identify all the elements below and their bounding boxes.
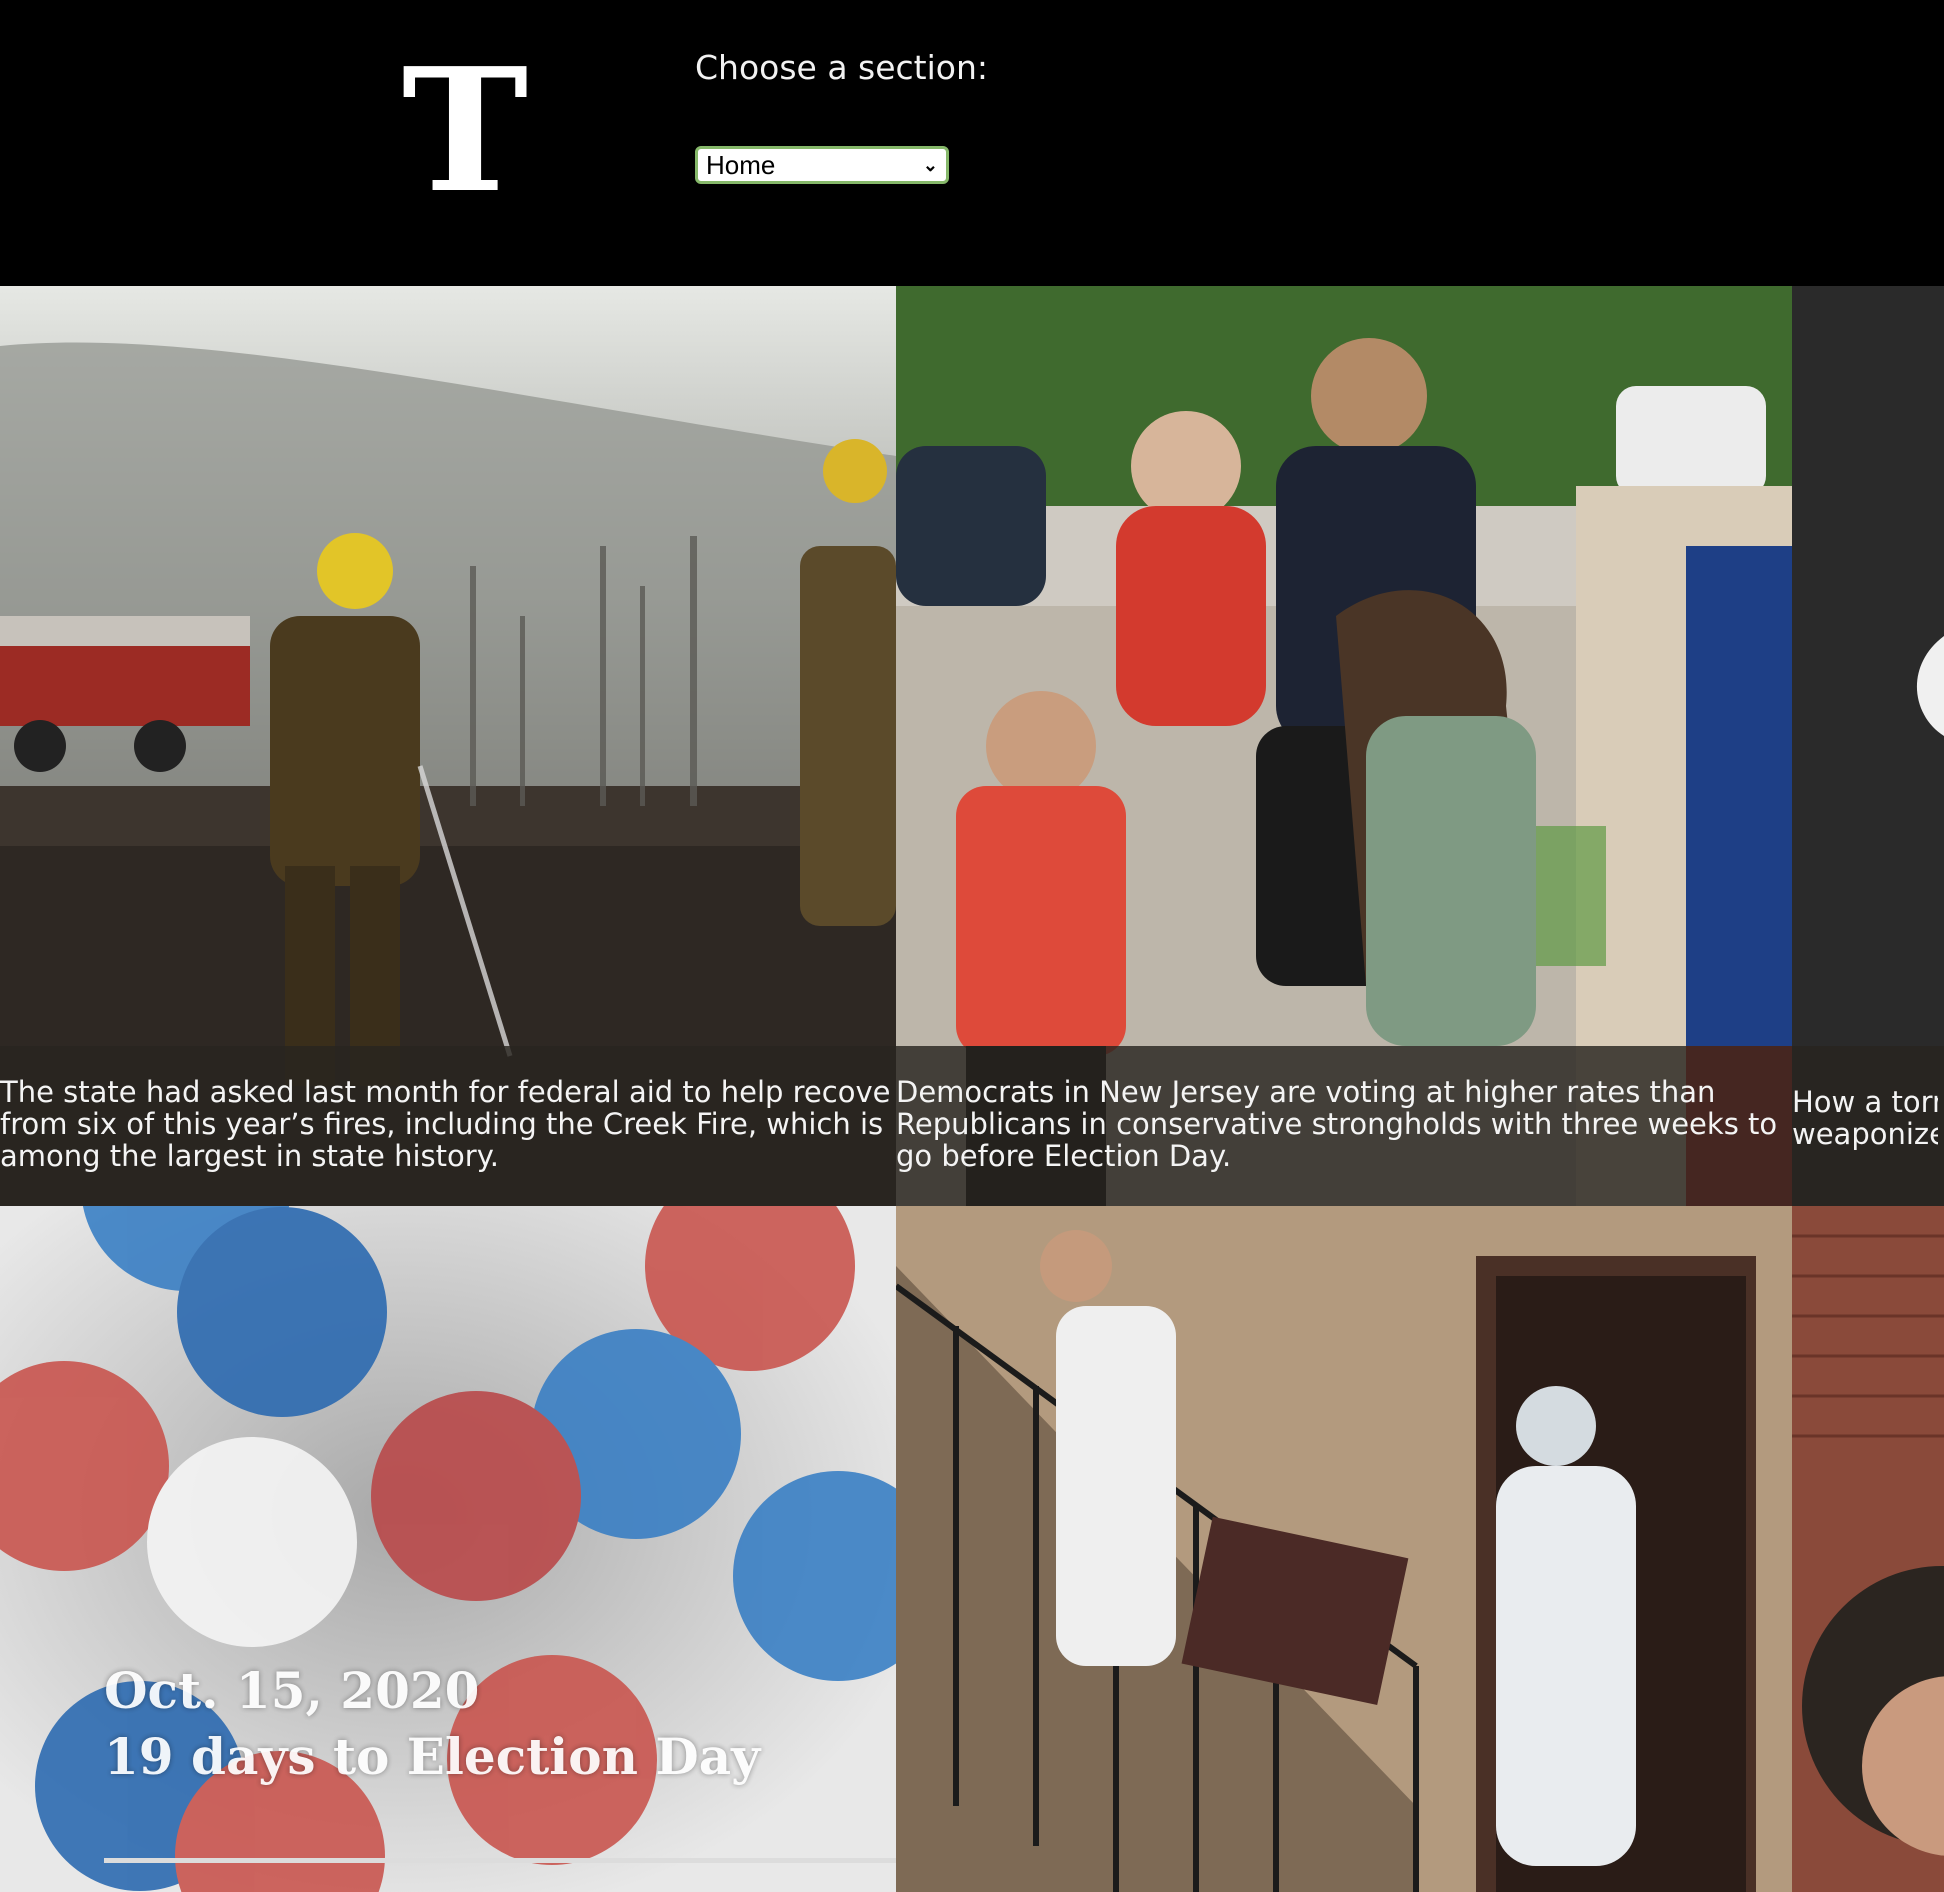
site-header: T Choose a section: Home ⌄ — [0, 0, 1944, 286]
article-image-stairway — [896, 1206, 1792, 1892]
section-label: Choose a section: — [695, 48, 989, 87]
article-tile-fire[interactable]: The state had asked last month for feder… — [0, 286, 896, 1206]
article-caption: How a torn weaponize — [1792, 1046, 1944, 1206]
caption-line: weaponize — [1792, 1118, 1938, 1150]
caption-line: How a torn — [1792, 1086, 1938, 1118]
article-tile-election-countdown[interactable]: Oct. 15, 2020 19 days to Election Day — [0, 1206, 896, 1892]
section-select[interactable]: Home ⌄ — [695, 146, 949, 184]
article-tile-voting[interactable]: Democrats in New Jersey are voting at hi… — [896, 286, 1792, 1206]
article-caption: Democrats in New Jersey are voting at hi… — [896, 1046, 1792, 1206]
countdown-days: 19 days to Election Day — [104, 1727, 761, 1786]
caption-line: go before Election Day. — [896, 1140, 1232, 1172]
article-tile-stairway[interactable] — [896, 1206, 1792, 1892]
countdown-text: Oct. 15, 2020 19 days to Election Day — [104, 1658, 760, 1790]
countdown-date: Oct. 15, 2020 — [104, 1661, 480, 1720]
article-grid: The state had asked last month for feder… — [0, 286, 1944, 1892]
article-tile-partial-2[interactable] — [1792, 1206, 1944, 1892]
article-image-partial-2 — [1792, 1206, 1944, 1892]
logo-letter: T — [402, 50, 529, 210]
section-select-value: Home — [706, 149, 776, 180]
caption-line: Democrats in New Jersey are voting at hi… — [896, 1076, 1716, 1108]
caption-line: Republicans in conservative strongholds … — [896, 1108, 1778, 1140]
chevron-down-icon: ⌄ — [922, 154, 938, 175]
caption-line: The state had asked last month for feder… — [0, 1076, 890, 1108]
caption-line: among the largest in state history. — [0, 1140, 499, 1172]
nyt-logo-icon[interactable]: T — [400, 50, 530, 210]
caption-line: from six of this year’s fires, including… — [0, 1108, 884, 1140]
article-tile-partial[interactable]: How a torn weaponize — [1792, 286, 1944, 1206]
article-caption: The state had asked last month for feder… — [0, 1046, 896, 1206]
